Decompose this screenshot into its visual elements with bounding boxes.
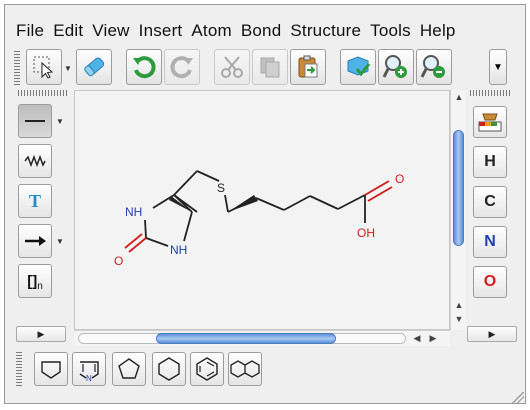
element-c-button[interactable]: C xyxy=(473,186,507,218)
bond-dropdown-arrow[interactable]: ▼ xyxy=(55,104,65,138)
template-cyclopropane-button[interactable] xyxy=(34,352,68,386)
menu-edit[interactable]: Edit xyxy=(53,21,83,41)
paste-button[interactable] xyxy=(290,49,326,85)
element-c-label: C xyxy=(484,193,496,210)
copy-icon xyxy=(260,57,280,78)
select-dropdown-arrow[interactable]: ▼ xyxy=(63,51,73,85)
atom-nh-top: NH xyxy=(125,205,142,219)
periodic-table-icon xyxy=(478,113,502,132)
atom-oxygen-acid: O xyxy=(395,172,404,186)
paste-icon xyxy=(298,55,318,78)
cyclopentane-icon xyxy=(118,358,140,379)
cyclohexane-icon xyxy=(158,357,180,381)
triangle-right-icon: ▶ xyxy=(37,328,45,339)
chain-tool-button[interactable] xyxy=(18,144,52,178)
menu-structure[interactable]: Structure xyxy=(290,21,361,41)
select-tool-button[interactable] xyxy=(26,49,62,85)
clean-structure-icon xyxy=(347,56,371,77)
scroll-left-arrow[interactable]: ◀ xyxy=(410,333,424,344)
drawing-canvas[interactable]: S NH NH O O OH xyxy=(74,90,450,330)
menu-insert[interactable]: Insert xyxy=(139,21,183,41)
triangle-right-icon: ▶ xyxy=(488,328,496,339)
element-h-button[interactable]: H xyxy=(473,146,507,178)
right-palette-expand-button[interactable]: ▶ xyxy=(467,326,517,342)
arrow-right-icon xyxy=(25,236,46,246)
element-n-label: N xyxy=(484,233,496,250)
scroll-right-arrow[interactable]: ▶ xyxy=(426,333,440,344)
chain-icon xyxy=(24,154,46,168)
toolbar-overflow-dropdown[interactable]: ▼ xyxy=(489,49,507,85)
arrow-dropdown-arrow[interactable]: ▼ xyxy=(55,224,65,258)
wedge-bond-sidechain xyxy=(228,195,258,212)
redo-icon xyxy=(170,56,193,79)
template-cyclohexane-button[interactable] xyxy=(152,352,186,386)
template-benzene-button[interactable] xyxy=(190,352,224,386)
eraser-button[interactable] xyxy=(76,49,112,85)
horizontal-scrollbar[interactable]: ◀ ▶ xyxy=(74,330,450,346)
zoom-out-icon xyxy=(420,55,445,78)
text-tool-label: T xyxy=(28,190,41,211)
vertical-scrollbar[interactable]: ▲ ▲ ▼ xyxy=(450,90,466,330)
toolbar-grip[interactable] xyxy=(14,51,20,85)
select-lasso-icon xyxy=(33,56,54,79)
template-cyclopentane-button[interactable] xyxy=(112,352,146,386)
atom-oxygen-ring: O xyxy=(114,254,123,268)
zoom-out-button[interactable] xyxy=(416,49,452,85)
window-resize-grip[interactable] xyxy=(512,392,524,404)
main-toolbar: ▼ ▼ xyxy=(14,47,517,89)
vertical-scroll-thumb[interactable] xyxy=(453,130,464,246)
template-naphthalene-button[interactable] xyxy=(228,352,262,386)
pyrrole-icon: N xyxy=(79,361,99,382)
scroll-up-arrow-bottom[interactable]: ▲ xyxy=(452,300,466,310)
sgroup-tool-button[interactable]: [] n xyxy=(18,264,52,298)
menu-bond[interactable]: Bond xyxy=(241,21,282,41)
menu-help[interactable]: Help xyxy=(420,21,456,41)
menu-bar: File Edit View Insert Atom Bond Structur… xyxy=(16,16,465,46)
cyclopropane-icon xyxy=(41,361,61,379)
zoom-in-button[interactable] xyxy=(378,49,414,85)
atom-sulfur: S xyxy=(217,181,225,195)
menu-view[interactable]: View xyxy=(92,21,129,41)
undo-button[interactable] xyxy=(126,49,162,85)
atom-hydroxyl: OH xyxy=(357,226,375,240)
pyrrole-nitrogen-label: N xyxy=(86,374,92,382)
menu-file[interactable]: File xyxy=(16,21,44,41)
element-n-button[interactable]: N xyxy=(473,226,507,258)
sgroup-bracket-label: [] xyxy=(27,272,38,290)
copy-button[interactable] xyxy=(252,49,288,85)
right-palette-grip[interactable] xyxy=(470,90,512,96)
left-palette-grip[interactable] xyxy=(18,90,68,96)
biotin-molecule: S NH NH O O OH xyxy=(114,170,404,268)
menu-tools[interactable]: Tools xyxy=(370,21,411,41)
naphthalene-icon xyxy=(230,360,260,378)
zoom-in-icon xyxy=(382,55,407,78)
single-bond-tool-button[interactable] xyxy=(18,104,52,138)
periodic-table-button[interactable] xyxy=(473,106,507,138)
template-pyrrole-button[interactable]: N xyxy=(72,352,106,386)
atom-nh-bottom: NH xyxy=(170,243,187,257)
clean-structure-button[interactable] xyxy=(340,49,376,85)
text-tool-button[interactable]: T xyxy=(18,184,52,218)
cut-icon xyxy=(221,56,243,78)
horizontal-scroll-thumb[interactable] xyxy=(156,333,336,344)
template-bar-grip[interactable] xyxy=(16,352,22,386)
scroll-down-arrow[interactable]: ▼ xyxy=(452,314,466,324)
element-h-label: H xyxy=(484,153,496,170)
benzene-icon xyxy=(196,357,218,381)
scroll-up-arrow[interactable]: ▲ xyxy=(452,92,466,102)
element-o-label: O xyxy=(483,273,497,290)
left-palette-expand-button[interactable]: ▶ xyxy=(16,326,66,342)
molecule-bonds xyxy=(124,170,393,253)
single-bond-icon xyxy=(25,120,45,122)
reaction-arrow-tool-button[interactable] xyxy=(18,224,52,258)
undo-icon xyxy=(133,56,156,79)
cut-button[interactable] xyxy=(214,49,250,85)
element-o-button[interactable]: O xyxy=(473,266,507,298)
sgroup-subscript: n xyxy=(37,280,43,292)
wedge-bond-hydrogen xyxy=(169,196,192,212)
chevron-down-icon: ▼ xyxy=(493,61,503,73)
eraser-icon xyxy=(84,57,105,77)
redo-button[interactable] xyxy=(164,49,200,85)
menu-atom[interactable]: Atom xyxy=(191,21,231,41)
